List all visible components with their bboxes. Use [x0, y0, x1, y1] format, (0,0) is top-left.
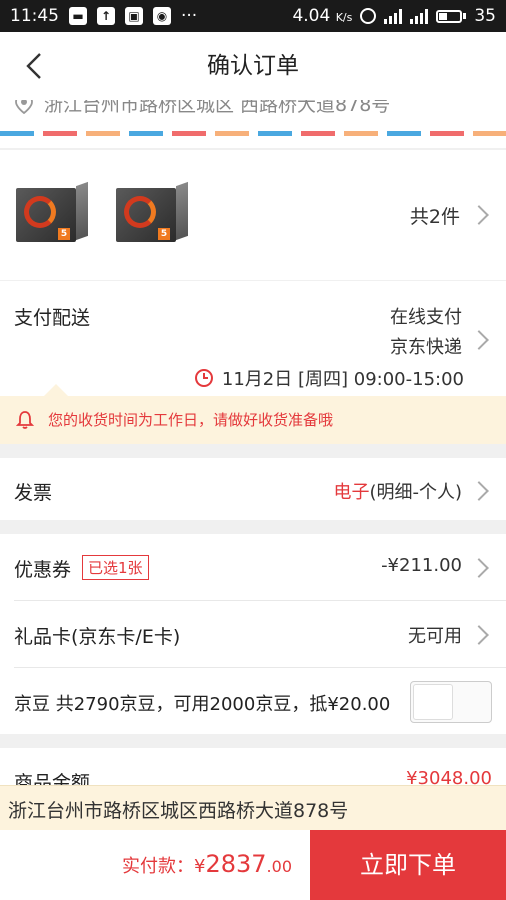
battery-level: 35 [474, 6, 496, 26]
back-arrow-icon [26, 53, 41, 79]
coupon-label: 优惠券 [14, 559, 72, 581]
invoice-row[interactable]: 发票 电子(明细-个人) [0, 458, 506, 520]
notice-pointer [44, 384, 68, 396]
address-text-partial: 浙江台州市路桥区城区 西路桥大道878号 [44, 100, 391, 116]
payment-method: 在线支付 [390, 307, 462, 328]
invoice-label: 发票 [14, 482, 53, 504]
product-list-row[interactable]: 5 5 共2件 [0, 150, 506, 280]
net-speed: 4.04 K/s [292, 6, 353, 26]
status-bar: 11:45 ▬ ↑ ▣ ◉ ··· 4.04 K/s 35 [0, 0, 506, 32]
status-time: 11:45 [10, 6, 59, 26]
header: 确认订单 [0, 32, 506, 100]
chat-icon: ▬ [69, 7, 87, 25]
battery-icon [436, 9, 467, 23]
payment-delivery-row[interactable]: 支付配送 在线支付 京东快递 11月2日 [周四] 09:00-15:00 [0, 281, 506, 396]
amount-summary: 商品金额 ¥3048.00 [0, 748, 506, 788]
submit-order-button[interactable]: 立即下单 [310, 830, 506, 900]
alarm-icon [360, 8, 377, 24]
notice-text: 您的收货时间为工作日，请做好收货准备哦 [48, 411, 334, 429]
delivery-time: 11月2日 [周四] 09:00-15:00 [194, 365, 464, 391]
envelope-stripe [0, 131, 506, 136]
delivery-time-text: 11月2日 [周四] 09:00-15:00 [221, 369, 464, 390]
page-title: 确认订单 [207, 53, 299, 79]
delivery-notice: 您的收货时间为工作日，请做好收货准备哦 [0, 396, 506, 444]
coupon-row[interactable]: 优惠券 已选1张 -¥211.00 [0, 534, 506, 600]
weibo-icon: ◉ [153, 7, 171, 25]
chevron-right-icon [469, 330, 489, 350]
toggle-knob [413, 684, 453, 720]
bottom-address-bar: 浙江台州市路桥区城区西路桥大道878号 [0, 785, 506, 830]
coupon-selected-badge: 已选1张 [82, 555, 149, 580]
jingdou-text: 京豆 共2790京豆，可用2000京豆，抵¥20.00 [14, 694, 391, 715]
invoice-type: 电子(明细-个人) [333, 482, 462, 503]
signal-4g-icon [384, 8, 403, 24]
back-button[interactable] [20, 50, 50, 82]
discounts-section: 优惠券 已选1张 -¥211.00 礼品卡(京东卡/E卡) 无可用 京豆 共27… [0, 534, 506, 734]
gift-card-row[interactable]: 礼品卡(京东卡/E卡) 无可用 [0, 601, 506, 667]
checkout-bar: 实付款：¥2837.00 立即下单 [0, 830, 506, 900]
gift-card-value: 无可用 [408, 626, 462, 647]
payment-delivery-label: 支付配送 [14, 307, 91, 329]
more-notifications-icon: ··· [181, 6, 198, 26]
total-payable: 实付款：¥2837.00 [122, 850, 292, 878]
signal-icon [410, 8, 429, 24]
location-pin-icon [15, 100, 33, 114]
gift-card-label: 礼品卡(京东卡/E卡) [14, 626, 181, 648]
coupon-value: -¥211.00 [381, 555, 462, 576]
chevron-right-icon [469, 558, 489, 578]
upload-icon: ↑ [97, 7, 115, 25]
bottom-address-text: 浙江台州市路桥区城区西路桥大道878号 [8, 800, 349, 822]
product-thumbnail: 5 [116, 181, 188, 242]
bell-icon [16, 411, 34, 429]
image-icon: ▣ [125, 7, 143, 25]
item-count: 共2件 [409, 206, 460, 228]
jingdou-toggle[interactable] [410, 681, 492, 723]
product-thumbnail: 5 [16, 181, 88, 242]
chevron-right-icon [469, 481, 489, 501]
shipping-method: 京东快递 [390, 337, 462, 358]
chevron-right-icon [469, 205, 489, 225]
chevron-right-icon [469, 625, 489, 645]
address-section[interactable]: 浙江台州市路桥区城区 西路桥大道878号 [0, 100, 506, 148]
jingdou-row: 京豆 共2790京豆，可用2000京豆，抵¥20.00 [0, 668, 506, 734]
clock-icon [194, 369, 213, 387]
